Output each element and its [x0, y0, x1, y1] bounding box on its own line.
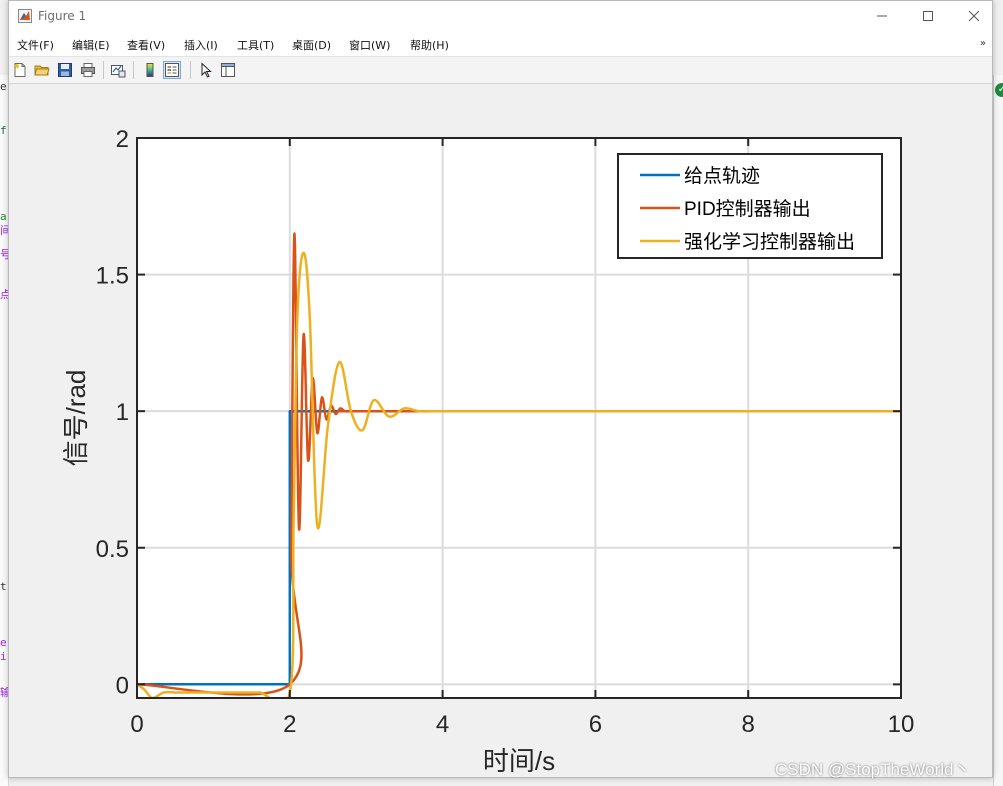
- x-tick-label: 4: [436, 711, 449, 738]
- save-icon[interactable]: [57, 62, 73, 78]
- legend-icon[interactable]: [163, 61, 181, 79]
- bg-text: f: [0, 125, 7, 137]
- figure-toolbar: [9, 57, 992, 84]
- colorbar-icon[interactable]: [142, 62, 158, 78]
- matlab-logo-icon: [18, 9, 32, 23]
- bg-text: 点: [0, 289, 8, 301]
- open-file-icon[interactable]: [34, 62, 50, 78]
- background-side-panel: [993, 75, 1003, 786]
- menu-view[interactable]: 查看(V): [127, 37, 165, 53]
- link-plot-icon[interactable]: [110, 62, 126, 78]
- legend-label: 给点轨迹: [684, 165, 760, 187]
- print-icon[interactable]: [80, 62, 96, 78]
- maximize-button[interactable]: [905, 1, 951, 32]
- menu-desktop[interactable]: 桌面(D): [292, 37, 331, 53]
- bg-text: t: [0, 581, 7, 593]
- menu-bar: 文件(F) 编辑(E) 查看(V) 插入(I) 工具(T) 桌面(D) 窗口(W…: [9, 32, 992, 57]
- y-tick-label: 1.5: [96, 263, 129, 290]
- new-figure-icon[interactable]: [12, 62, 28, 78]
- bg-text: 号: [0, 249, 8, 261]
- x-tick-label: 0: [130, 711, 143, 738]
- minimize-icon: [877, 15, 887, 17]
- x-tick-label: 2: [283, 711, 296, 738]
- menu-edit[interactable]: 编辑(E): [72, 37, 110, 53]
- legend-label: 强化学习控制器输出: [684, 231, 855, 253]
- title-bar[interactable]: Figure 1: [9, 1, 992, 32]
- line-chart[interactable]: 0 2 4 6 8 10 0 0.5 1 1.5 2 时间/s 信号/rad 给点轨迹 PID控制器输…: [9, 84, 992, 777]
- bg-text: 间: [0, 225, 8, 237]
- menu-insert[interactable]: 插入(I): [184, 37, 218, 53]
- y-axis-label: 信号/rad: [61, 370, 91, 467]
- figure-canvas: 0 2 4 6 8 10 0 0.5 1 1.5 2 时间/s 信号/rad 给点轨迹 PID控制器输…: [9, 84, 992, 777]
- close-button[interactable]: [951, 1, 997, 32]
- toolbar-separator: [103, 61, 104, 79]
- menu-tools[interactable]: 工具(T): [237, 37, 274, 53]
- property-inspector-icon[interactable]: [220, 62, 236, 78]
- bg-text: a: [0, 211, 7, 223]
- x-tick-label: 10: [888, 711, 915, 738]
- y-tick-label: 0.5: [96, 536, 129, 563]
- menu-help[interactable]: 帮助(H): [410, 37, 449, 53]
- bg-text: 输: [0, 687, 8, 699]
- maximize-icon: [923, 11, 933, 21]
- x-axis-label: 时间/s: [483, 746, 555, 776]
- minimize-button[interactable]: [859, 1, 905, 32]
- toolbar-separator: [190, 61, 191, 79]
- y-tick-label: 2: [116, 126, 129, 153]
- y-tick-label: 1: [116, 399, 129, 426]
- figure-window: Figure 1 文件(F) 编辑(E) 查看(V) 插入(I) 工具(T) 桌…: [8, 0, 993, 778]
- legend[interactable]: 给点轨迹 PID控制器输出强化学习控制器输出: [617, 153, 883, 259]
- bg-text: e: [0, 81, 7, 93]
- bg-text: e: [0, 637, 7, 649]
- window-title: Figure 1: [38, 9, 87, 23]
- menu-file[interactable]: 文件(F): [17, 37, 54, 53]
- x-tick-label: 6: [589, 711, 602, 738]
- pointer-icon[interactable]: [198, 62, 214, 78]
- watermark-text: CSDN @StopTheWorld丶: [775, 760, 971, 779]
- menu-overflow-icon[interactable]: »: [980, 38, 986, 49]
- toolbar-separator: [133, 61, 134, 79]
- status-ok-icon: ✓: [995, 83, 1003, 97]
- legend-label: PID控制器输出: [684, 198, 811, 220]
- x-tick-label: 8: [742, 711, 755, 738]
- y-tick-label: 0: [116, 672, 129, 699]
- menu-window[interactable]: 窗口(W): [349, 37, 390, 53]
- bg-text: i: [0, 651, 7, 663]
- close-icon: [968, 10, 980, 22]
